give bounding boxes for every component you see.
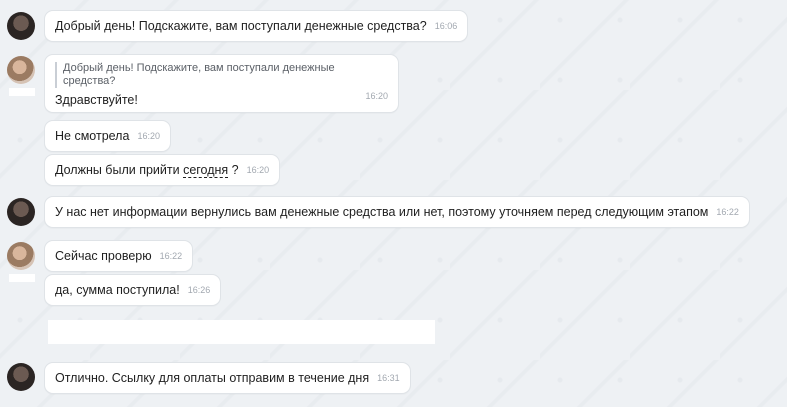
message-text: Не смотрела: [55, 129, 130, 143]
avatar-manager[interactable]: [7, 12, 35, 40]
quoted-message[interactable]: Добрый день! Подскажите, вам поступали д…: [55, 62, 353, 88]
message-text: Отлично. Ссылку для оплаты отправим в те…: [55, 371, 370, 385]
avatar-manager[interactable]: [7, 198, 35, 226]
redacted-area: [48, 320, 435, 344]
avatar-client[interactable]: [7, 242, 35, 270]
message-time: 16:06: [434, 21, 458, 31]
message-bubble[interactable]: Отлично. Ссылку для оплаты отправим в те…: [44, 362, 411, 394]
message-time: 16:31: [377, 373, 400, 383]
avatar-placeholder: [9, 274, 35, 282]
chat-message-list: Добрый день! Подскажите, вам поступали д…: [0, 0, 787, 407]
spellcheck-underlined-word[interactable]: сегодня: [183, 163, 229, 178]
message-bubble[interactable]: У нас нет информации вернулись вам денеж…: [44, 196, 750, 228]
message-time: 16:20: [365, 91, 388, 101]
message-text: Сейчас проверю: [55, 249, 152, 263]
message-time: 16:20: [246, 165, 270, 175]
message-text: Здравствуйте!: [55, 93, 138, 107]
message-bubble[interactable]: Должны были прийти сегодня ? 16:20: [44, 154, 281, 186]
message-time: 16:22: [716, 207, 739, 217]
message-time: 16:26: [187, 285, 211, 295]
message-text: У нас нет информации вернулись вам денеж…: [55, 205, 709, 219]
avatar-client[interactable]: [7, 56, 35, 84]
avatar-manager[interactable]: [7, 363, 35, 391]
message-time: 16:22: [159, 251, 183, 261]
message-text: да, сумма поступила!: [55, 283, 180, 297]
message-bubble[interactable]: Не смотрела 16:20: [44, 120, 171, 152]
message-text: Добрый день! Подскажите, вам поступали д…: [55, 19, 427, 33]
message-text-prefix: Должны были прийти: [55, 163, 184, 177]
message-bubble[interactable]: да, сумма поступила! 16:26: [44, 274, 222, 306]
avatar-placeholder: [9, 88, 35, 96]
message-bubble[interactable]: Добрый день! Подскажите, вам поступали д…: [44, 10, 469, 42]
message-text-suffix: ?: [228, 163, 239, 177]
message-bubble-reply[interactable]: Добрый день! Подскажите, вам поступали д…: [44, 54, 399, 113]
message-time: 16:20: [137, 131, 160, 141]
message-bubble[interactable]: Сейчас проверю 16:22: [44, 240, 194, 272]
